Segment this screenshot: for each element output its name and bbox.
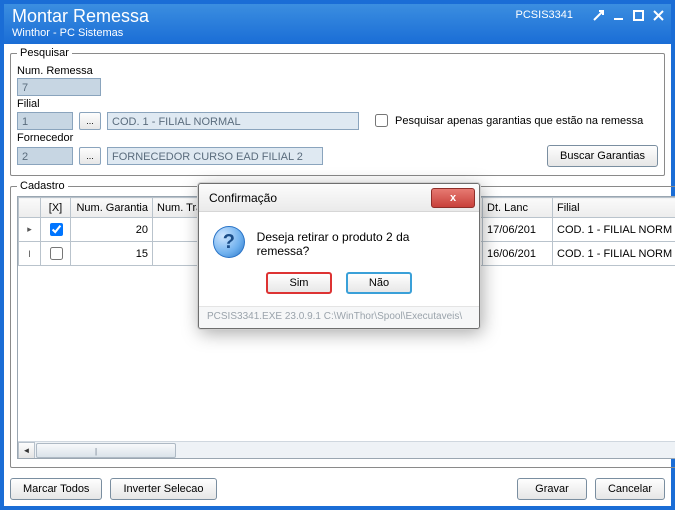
col-check[interactable]: [X] bbox=[41, 198, 71, 218]
minimize-icon[interactable] bbox=[611, 8, 625, 22]
close-icon: x bbox=[450, 192, 456, 204]
grid-legend: Cadastro bbox=[17, 180, 68, 192]
cancelar-button[interactable]: Cancelar bbox=[595, 478, 665, 500]
nao-button[interactable]: Não bbox=[346, 272, 412, 294]
filial-code-input[interactable]: 1 bbox=[17, 112, 73, 130]
confirmation-dialog: Confirmação x ? Deseja retirar o produto… bbox=[198, 183, 480, 329]
row-checkbox[interactable] bbox=[50, 223, 63, 236]
only-in-remessa-label: Pesquisar apenas garantias que estão na … bbox=[395, 115, 643, 127]
row-checkbox-cell[interactable] bbox=[41, 218, 71, 242]
cell-filial: COD. 1 - FILIAL NORM bbox=[553, 218, 675, 242]
scroll-thumb[interactable]: ||| bbox=[36, 443, 176, 458]
window-title: Montar Remessa bbox=[12, 6, 516, 26]
fornecedor-code-input[interactable]: 2 bbox=[17, 147, 73, 165]
window-code: PCSIS3341 bbox=[516, 9, 573, 21]
only-in-remessa-input[interactable] bbox=[375, 114, 388, 127]
search-group: Pesquisar Num. Remessa 7 Filial 1 ... CO… bbox=[10, 47, 665, 176]
buscar-garantias-button[interactable]: Buscar Garantias bbox=[547, 145, 658, 167]
fornecedor-label: Fornecedor bbox=[17, 132, 658, 144]
cell-dt-lanc: 16/06/201 bbox=[483, 242, 553, 266]
row-marker: ▸ bbox=[19, 218, 41, 242]
titlebar: Montar Remessa Winthor - PC Sistemas PCS… bbox=[4, 4, 671, 44]
dialog-title: Confirmação bbox=[209, 191, 277, 205]
filial-desc-field: COD. 1 - FILIAL NORMAL bbox=[107, 112, 359, 130]
search-legend: Pesquisar bbox=[17, 47, 72, 59]
cell-filial: COD. 1 - FILIAL NORM bbox=[553, 242, 675, 266]
remessa-input[interactable]: 7 bbox=[17, 78, 101, 96]
window-subtitle: Winthor - PC Sistemas bbox=[12, 26, 516, 40]
fornecedor-lookup-button[interactable]: ... bbox=[79, 147, 101, 165]
dialog-statusbar: PCSIS3341.EXE 23.0.9.1 C:\WinThor\Spool\… bbox=[199, 306, 479, 328]
cell-dt-lanc: 17/06/201 bbox=[483, 218, 553, 242]
row-checkbox-cell[interactable] bbox=[41, 242, 71, 266]
filial-lookup-button[interactable]: ... bbox=[79, 112, 101, 130]
col-selector[interactable] bbox=[19, 198, 41, 218]
close-icon[interactable] bbox=[651, 8, 665, 22]
inverter-selecao-button[interactable]: Inverter Selecao bbox=[110, 478, 216, 500]
sim-button[interactable]: Sim bbox=[266, 272, 332, 294]
remessa-label: Num. Remessa bbox=[17, 65, 658, 77]
gravar-button[interactable]: Gravar bbox=[517, 478, 587, 500]
maximize-icon[interactable] bbox=[631, 8, 645, 22]
marcar-todos-button[interactable]: Marcar Todos bbox=[10, 478, 102, 500]
cell-num-garantia: 15 bbox=[71, 242, 153, 266]
question-icon: ? bbox=[213, 226, 245, 258]
col-num-garantia[interactable]: Num. Garantia bbox=[71, 198, 153, 218]
row-marker: I bbox=[19, 242, 41, 266]
fornecedor-desc-field: FORNECEDOR CURSO EAD FILIAL 2 bbox=[107, 147, 323, 165]
horizontal-scrollbar[interactable]: ◄ ||| ► bbox=[18, 441, 675, 458]
cell-num-garantia: 20 bbox=[71, 218, 153, 242]
window-tool-icon[interactable] bbox=[591, 8, 605, 22]
dialog-titlebar: Confirmação x bbox=[199, 184, 479, 212]
filial-label: Filial bbox=[17, 98, 658, 110]
only-in-remessa-checkbox[interactable]: Pesquisar apenas garantias que estão na … bbox=[371, 111, 643, 130]
dialog-message: Deseja retirar o produto 2 da remessa? bbox=[257, 226, 463, 258]
col-filial[interactable]: Filial bbox=[553, 198, 675, 218]
row-checkbox[interactable] bbox=[50, 247, 63, 260]
col-dt-lanc[interactable]: Dt. Lanc bbox=[483, 198, 553, 218]
scroll-left-button[interactable]: ◄ bbox=[18, 442, 35, 459]
dialog-close-button[interactable]: x bbox=[431, 188, 475, 208]
footer-bar: Marcar Todos Inverter Selecao Gravar Can… bbox=[10, 472, 665, 500]
